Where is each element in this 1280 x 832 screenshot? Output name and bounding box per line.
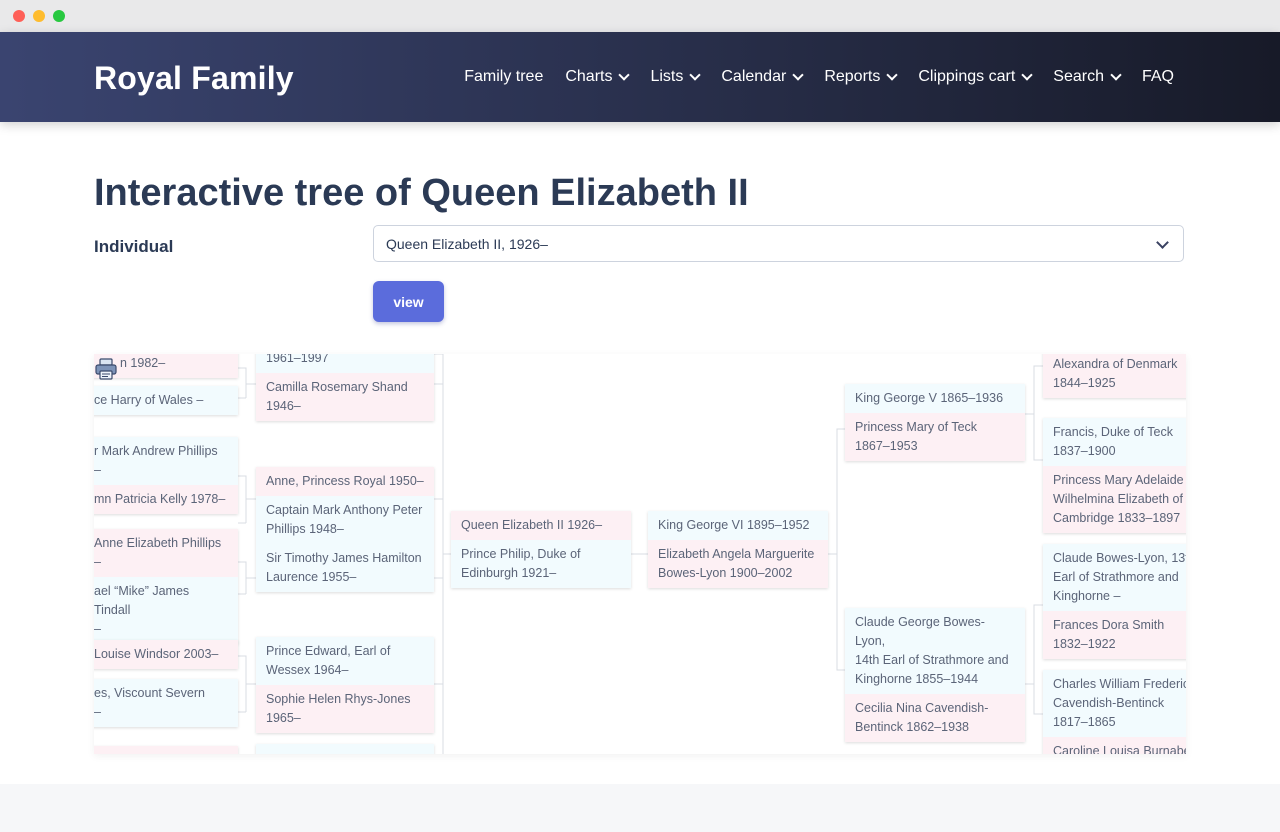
- menu-calendar[interactable]: Calendar: [721, 68, 804, 86]
- tree-card-great-grandparents[interactable]: Francis, Duke of Teck 1837–1900 Princess …: [1043, 418, 1186, 533]
- menu-reports[interactable]: Reports: [824, 68, 899, 86]
- chevron-down-icon: [792, 69, 804, 81]
- tree-card-great-grandparents[interactable]: Claude Bowes-Lyon, 13t Earl of Strathmore…: [1043, 544, 1186, 659]
- tree-card-parents[interactable]: King George VI 1895–1952 Elizabeth Angel…: [648, 511, 828, 588]
- maximize-window-icon[interactable]: [53, 10, 65, 22]
- tree-card-great-grandparents[interactable]: Charles William Frederic Cavendish-Bentin…: [1043, 670, 1186, 754]
- tree-card[interactable]: r Mark Andrew Phillips – mn Patricia Kell…: [94, 437, 238, 514]
- chevron-down-icon: [689, 69, 702, 81]
- view-button[interactable]: view: [373, 281, 444, 322]
- page-footer: [0, 784, 1280, 832]
- tree-card-root[interactable]: Queen Elizabeth II 1926– Prince Philip, …: [451, 511, 631, 588]
- tree-card-grandparents[interactable]: Claude George Bowes-Lyon, 14th Earl of St…: [845, 608, 1025, 742]
- tree-card-great-grandparents[interactable]: Alexandra of Denmark 1844–1925: [1043, 354, 1186, 398]
- chevron-down-icon: [1156, 236, 1169, 249]
- individual-select[interactable]: Queen Elizabeth II, 1926–: [373, 225, 1184, 262]
- chevron-down-icon: [1021, 69, 1033, 81]
- close-window-icon[interactable]: [13, 10, 25, 22]
- tree-card[interactable]: Prince Edward, Earl of Wessex 1964– Sophi…: [256, 637, 434, 733]
- menu-clippings-cart[interactable]: Clippings cart: [918, 68, 1033, 86]
- page-title: Interactive tree of Queen Elizabeth II: [94, 172, 749, 214]
- tree-card[interactable]: es, Viscount Severn –: [94, 679, 238, 727]
- menu-charts[interactable]: Charts: [565, 68, 631, 86]
- chevron-down-icon: [1110, 69, 1122, 81]
- tree-card[interactable]: Louise Windsor 2003–: [94, 640, 238, 669]
- chevron-down-icon: [886, 69, 899, 81]
- menu-family-tree[interactable]: Family tree: [464, 68, 543, 86]
- tree-card[interactable]: Anne, Princess Royal 1950– Captain Mark …: [256, 467, 434, 592]
- site-brand[interactable]: Royal Family: [94, 60, 294, 97]
- minimize-window-icon[interactable]: [33, 10, 45, 22]
- menu-lists[interactable]: Lists: [650, 68, 702, 86]
- tree-card-grandparents[interactable]: King George V 1865–1936 Princess Mary of…: [845, 384, 1025, 461]
- main-menu: Family tree Charts Lists Calendar Report…: [442, 68, 1174, 86]
- tree-card[interactable]: 1961–1997 Camilla Rosemary Shand 1946–: [256, 354, 434, 421]
- window-titlebar: [0, 0, 1280, 33]
- interactive-tree[interactable]: n 1982– ce Harry of Wales – r Mark Andre…: [94, 354, 1186, 754]
- menu-faq[interactable]: FAQ: [1142, 68, 1174, 86]
- tree-card[interactable]: [256, 744, 434, 754]
- menu-search[interactable]: Search: [1053, 68, 1122, 86]
- tree-card[interactable]: [94, 746, 238, 754]
- printer-icon[interactable]: [94, 357, 118, 381]
- top-navigation-bar: Royal Family Family tree Charts Lists Ca…: [0, 32, 1280, 122]
- chevron-down-icon: [618, 69, 631, 81]
- individual-select-value: Queen Elizabeth II, 1926–: [386, 236, 548, 252]
- tree-card[interactable]: Anne Elizabeth Phillips – ael “Mike” Jame…: [94, 529, 238, 644]
- individual-label: Individual: [94, 237, 174, 256]
- tree-card[interactable]: ce Harry of Wales –: [94, 386, 238, 415]
